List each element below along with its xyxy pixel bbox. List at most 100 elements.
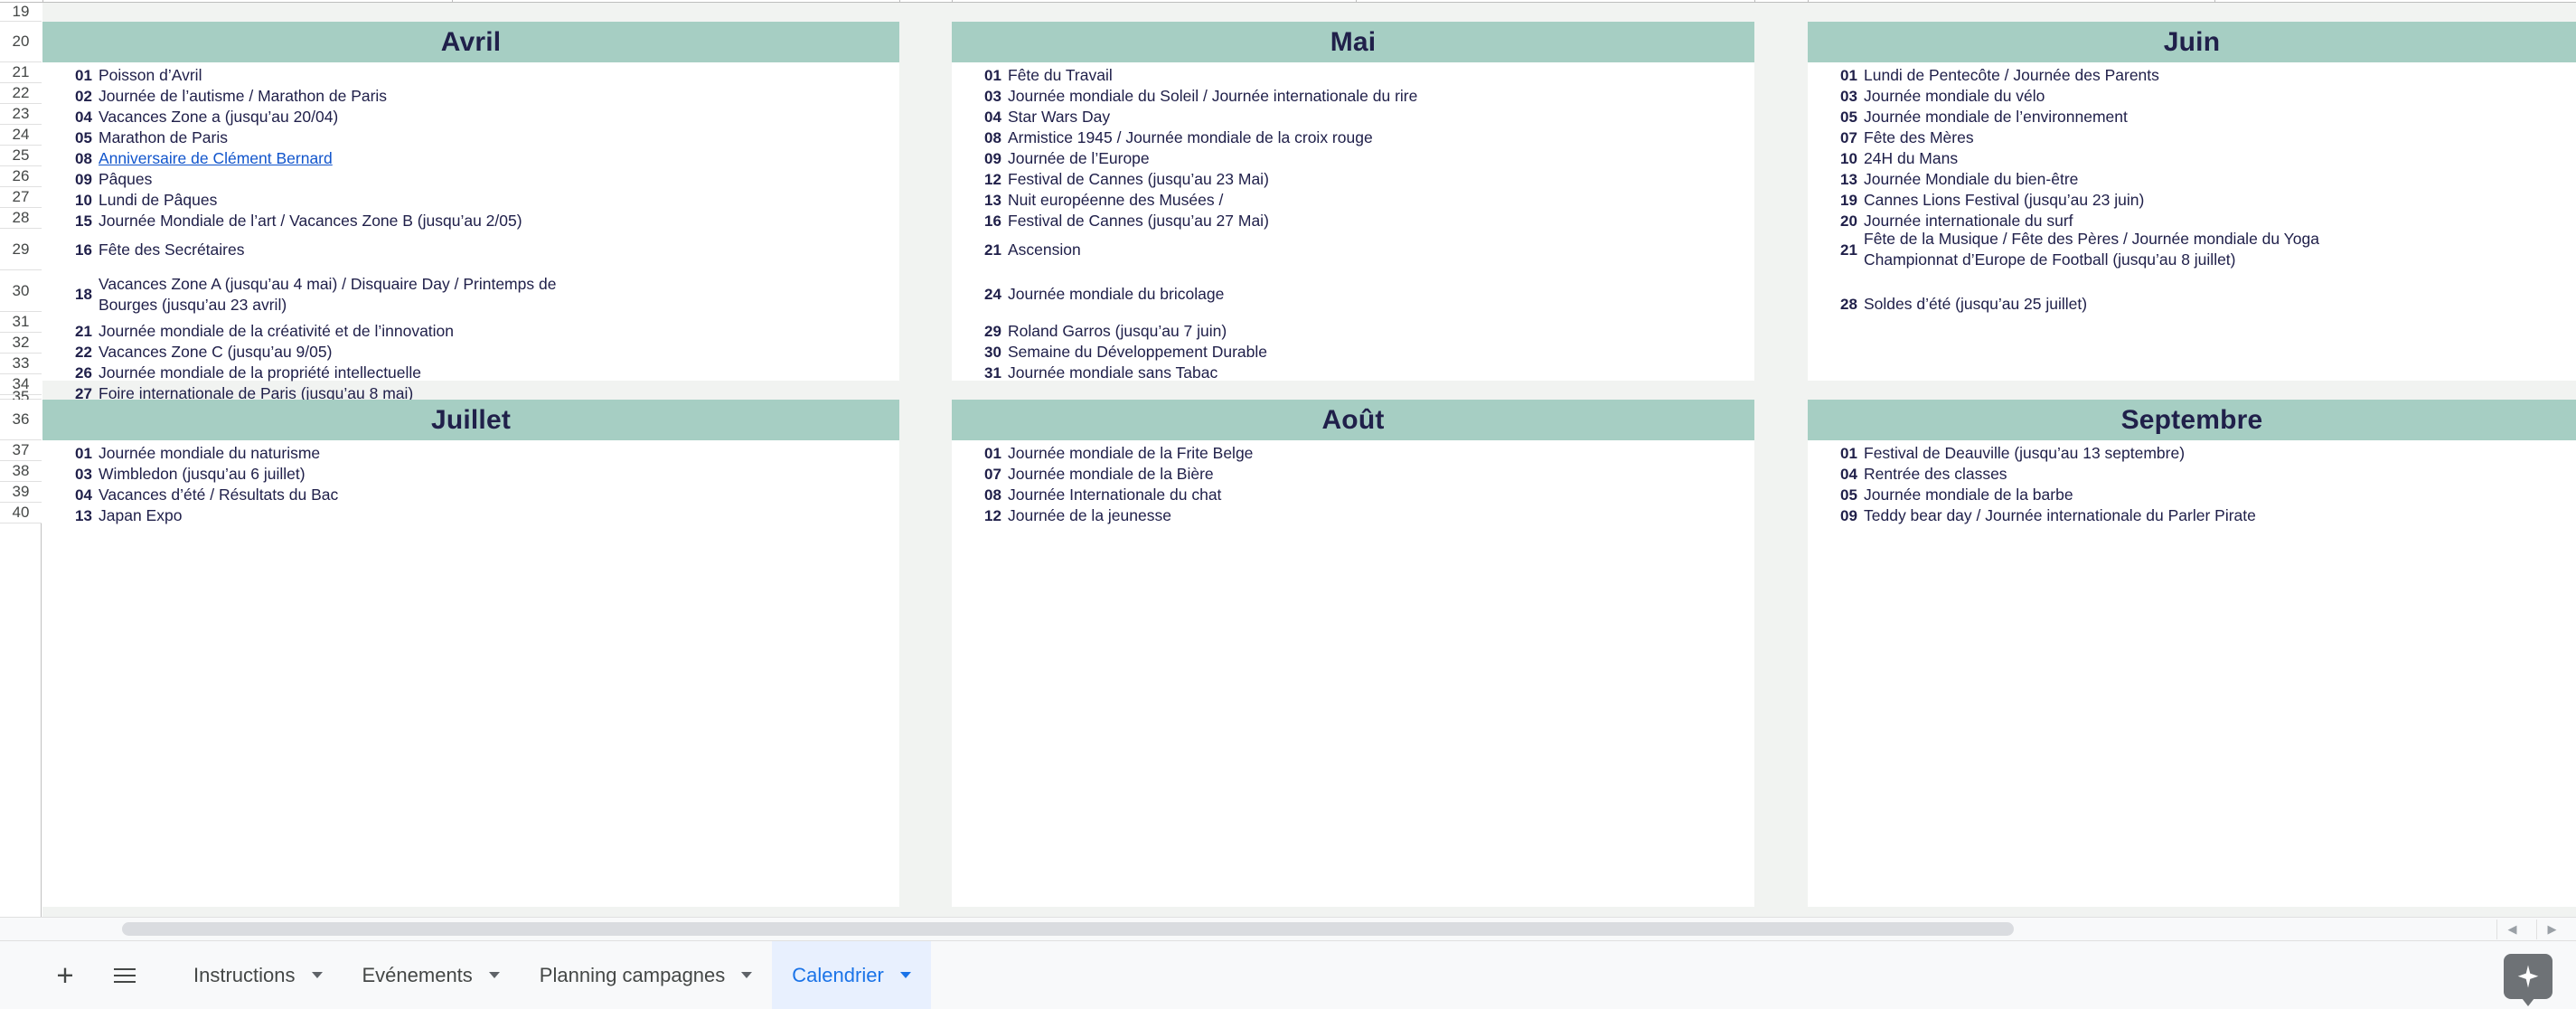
event-row[interactable]: 20 Journée internationale du surf [1808, 208, 2576, 230]
event-row[interactable]: 21 Ascension [952, 229, 1754, 270]
row-number[interactable]: 21 [0, 62, 42, 83]
event-row[interactable]: 22 Vacances Zone C (jusqu’au 9/05) [42, 339, 899, 361]
event-row[interactable]: 05 Marathon de Paris [42, 125, 899, 146]
row-number[interactable]: 38 [0, 461, 42, 482]
event-row[interactable]: 13 Nuit européenne des Musées / [952, 187, 1754, 209]
sheet-tab-calendrier[interactable]: Calendrier [772, 940, 931, 1009]
add-sheet-icon[interactable]: + [43, 954, 87, 997]
row-number-gutter: 19 20 21 22 23 24 25 26 27 28 29 30 31 3… [0, 0, 42, 917]
row-number[interactable]: 40 [0, 503, 42, 523]
event-row[interactable]: 05 Journée mondiale de l’environnement [1808, 104, 2576, 126]
event-row[interactable]: 29 Roland Garros (jusqu’au 7 juin) [952, 318, 1754, 340]
event-row[interactable]: 07 Journée mondiale de la Bière [952, 461, 1754, 483]
event-row[interactable]: 09 Pâques [42, 166, 899, 188]
event-row[interactable]: 03 Journée mondiale du Soleil / Journée … [952, 83, 1754, 105]
event-row[interactable]: 03 Journée mondiale du vélo [1808, 83, 2576, 105]
chevron-down-icon[interactable] [741, 972, 753, 978]
event-row[interactable]: 04 Rentrée des classes [1808, 461, 2576, 483]
row-number[interactable]: 33 [0, 354, 42, 374]
scroll-right-button[interactable]: ▶ [2536, 919, 2567, 939]
horizontal-scrollbar[interactable]: ◀ ▶ [0, 917, 2576, 940]
event-row[interactable]: 01 Journée mondiale de la Frite Belge [952, 440, 1754, 462]
event-row[interactable]: 13 Japan Expo [42, 503, 899, 524]
event-row[interactable]: 12 Journée de la jeunesse [952, 503, 1754, 524]
event-day: 24 [984, 286, 1001, 303]
event-row[interactable]: 21 Journée mondiale de la créativité et … [42, 318, 899, 340]
event-row[interactable]: 08 Armistice 1945 / Journée mondiale de … [952, 125, 1754, 146]
all-sheets-icon[interactable] [103, 954, 146, 997]
event-row[interactable]: 18 Vacances Zone A (jusqu’au 4 mai) / Di… [42, 270, 899, 318]
row-number[interactable]: 32 [0, 333, 42, 354]
event-day: 09 [1840, 507, 1857, 524]
chevron-down-icon[interactable] [899, 972, 911, 978]
ai-assist-button[interactable] [2504, 954, 2552, 1006]
month-body-mai: 01 Fête du Travail 03 Journée mondiale d… [952, 62, 1754, 382]
row-number[interactable]: 29 [0, 229, 42, 270]
event-row[interactable]: 13 Journée Mondiale du bien-être [1808, 166, 2576, 188]
chevron-down-icon[interactable] [488, 972, 500, 978]
event-row[interactable]: 02 Journée de l’autisme / Marathon de Pa… [42, 83, 899, 105]
row-number[interactable]: 25 [0, 146, 42, 166]
month-header-avril: Avril [42, 22, 899, 62]
row-number[interactable]: 31 [0, 312, 42, 333]
event-row[interactable]: 05 Journée mondiale de la barbe [1808, 482, 2576, 504]
event-row[interactable]: 01 Journée mondiale du naturisme [42, 440, 899, 462]
sheet-tab-planning-campagnes[interactable]: Planning campagnes [520, 941, 772, 1009]
sheet-tab-evenements[interactable]: Evénements [343, 941, 520, 1009]
event-row[interactable]: 31 Journée mondiale sans Tabac [952, 360, 1754, 382]
event-row[interactable]: 03 Wimbledon (jusqu’au 6 juillet) [42, 461, 899, 483]
event-row[interactable]: 30 Semaine du Développement Durable [952, 339, 1754, 361]
month-header-juin: Juin [1808, 22, 2576, 62]
event-row[interactable]: 09 Journée de l’Europe [952, 146, 1754, 167]
event-row[interactable]: 24 Journée mondiale du bricolage [952, 270, 1754, 318]
event-row[interactable]: 10 24H du Mans [1808, 146, 2576, 167]
event-row-link[interactable]: 08 Anniversaire de Clément Bernard [42, 146, 899, 167]
row-number[interactable]: 36 [0, 400, 42, 440]
event-day: 31 [984, 364, 1001, 382]
event-label: Vacances Zone A (jusqu’au 4 mai) / Disqu… [99, 274, 557, 314]
row-number[interactable]: 23 [0, 104, 42, 125]
row-number[interactable]: 30 [0, 270, 42, 312]
scrollbar-thumb[interactable] [122, 922, 2014, 936]
row-number[interactable]: 22 [0, 83, 42, 104]
row-number[interactable]: 24 [0, 125, 42, 146]
event-row[interactable]: 16 Festival de Cannes (jusqu’au 27 Mai) [952, 208, 1754, 230]
event-row[interactable]: 01 Festival de Deauville (jusqu’au 13 se… [1808, 440, 2576, 462]
row-number[interactable]: 26 [0, 166, 42, 187]
event-row[interactable]: 26 Journée mondiale de la propriété inte… [42, 360, 899, 382]
event-row[interactable]: 15 Journée Mondiale de l’art / Vacances … [42, 208, 899, 230]
event-row[interactable]: 09 Teddy bear day / Journée internationa… [1808, 503, 2576, 524]
event-row[interactable]: 19 Cannes Lions Festival (jusqu’au 23 ju… [1808, 187, 2576, 209]
event-row[interactable]: 10 Lundi de Pâques [42, 187, 899, 209]
chevron-down-icon[interactable] [311, 972, 323, 978]
event-row[interactable]: 01 Poisson d’Avril [42, 62, 899, 84]
row-number[interactable]: 27 [0, 187, 42, 208]
row-number[interactable]: 19 [0, 3, 42, 22]
event-row[interactable]: 16 Fête des Secrétaires [42, 229, 899, 270]
sheet-tab-instructions[interactable]: Instructions [174, 941, 343, 1009]
event-row[interactable]: 21 Fête de la Musique / Fête des Pères /… [1808, 229, 2576, 270]
event-row[interactable]: 12 Festival de Cannes (jusqu’au 23 Mai) [952, 166, 1754, 188]
month-body-avril: 01 Poisson d’Avril 02 Journée de l’autis… [42, 62, 899, 402]
event-row[interactable]: 01 Lundi de Pentecôte / Journée des Pare… [1808, 62, 2576, 84]
scroll-left-button[interactable]: ◀ [2496, 919, 2527, 939]
empty-row-band-19 [42, 3, 2576, 22]
event-row[interactable]: 07 Fête des Mères [1808, 125, 2576, 146]
grid-area[interactable]: Avril 01 Poisson d’Avril 02 Journée de l… [0, 0, 2576, 940]
row-number[interactable]: 28 [0, 208, 42, 229]
scrollbar-track[interactable] [42, 918, 2465, 940]
row-number[interactable]: 39 [0, 482, 42, 503]
event-row[interactable]: 04 Vacances d’été / Résultats du Bac [42, 482, 899, 504]
event-row[interactable]: 08 Journée Internationale du chat [952, 482, 1754, 504]
event-row[interactable]: 01 Fête du Travail [952, 62, 1754, 84]
month-header-juillet: Juillet [42, 400, 899, 440]
row-number[interactable]: 37 [0, 440, 42, 461]
month-title: Juin [2163, 26, 2221, 57]
event-row[interactable]: 28 Soldes d’été (jusqu’au 25 juillet) [1808, 291, 2576, 313]
event-row[interactable]: 04 Vacances Zone a (jusqu’au 20/04) [42, 104, 899, 126]
event-day: 12 [984, 507, 1001, 524]
event-row[interactable]: 27 Foire internationale de Paris (jusqu’… [42, 381, 899, 402]
month-header-aout: Août [952, 400, 1754, 440]
row-number[interactable]: 20 [0, 22, 42, 62]
event-row[interactable]: 04 Star Wars Day [952, 104, 1754, 126]
